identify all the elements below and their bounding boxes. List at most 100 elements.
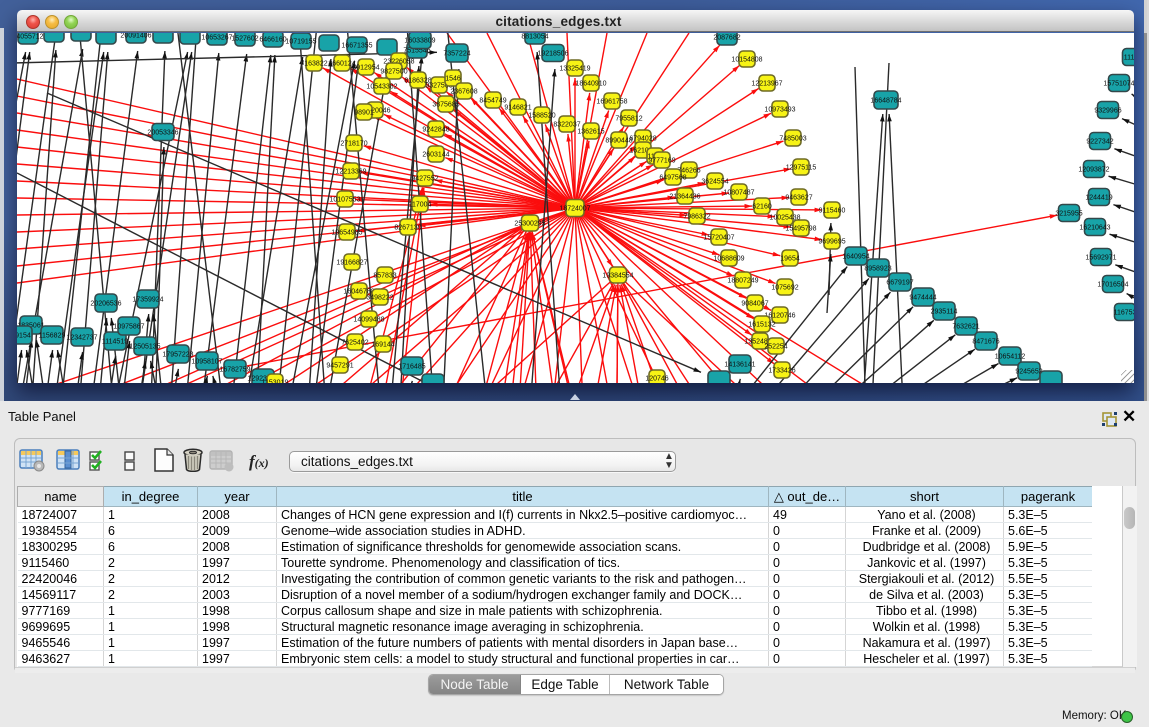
svg-text:9463627: 9463627	[785, 195, 812, 202]
svg-text:10807487: 10807487	[723, 190, 754, 197]
svg-text:10653267: 10653267	[201, 35, 232, 42]
svg-text:16210643: 16210643	[1079, 225, 1110, 232]
svg-text:16671355: 16671355	[341, 43, 372, 50]
svg-text:9457291: 9457291	[326, 363, 353, 370]
svg-text:2718170: 2718170	[340, 141, 367, 148]
svg-text:6679197: 6679197	[886, 280, 913, 287]
svg-text:15720407: 15720407	[703, 235, 734, 242]
svg-text:11173: 11173	[1124, 55, 1134, 62]
svg-text:16033809: 16033809	[404, 38, 435, 45]
svg-text:10107553: 10107553	[329, 197, 360, 204]
svg-text:3624554: 3624554	[701, 179, 728, 186]
svg-text:10719155: 10719155	[285, 39, 316, 46]
svg-text:7485003: 7485003	[779, 136, 806, 143]
svg-text:19654985: 19654985	[331, 230, 362, 237]
svg-text:857833: 857833	[373, 273, 396, 280]
svg-text:16961758: 16961758	[596, 99, 627, 106]
svg-text:18724007: 18724007	[559, 206, 590, 213]
svg-text:10973493: 10973493	[764, 107, 795, 114]
svg-text:18807249: 18807249	[727, 278, 758, 285]
svg-text:9427552: 9427552	[411, 176, 438, 183]
svg-text:20053346: 20053346	[147, 130, 178, 137]
svg-text:7955812: 7955812	[615, 116, 642, 123]
svg-text:12093872: 12093872	[1078, 167, 1109, 174]
svg-text:10975867: 10975867	[113, 324, 144, 331]
svg-text:12213967: 12213967	[751, 81, 782, 88]
svg-text:19654: 19654	[780, 256, 800, 263]
svg-text:9777169: 9777169	[648, 158, 675, 165]
svg-text:1527602: 1527602	[231, 36, 258, 43]
svg-text:9227342: 9227342	[1086, 139, 1113, 146]
svg-text:3498222: 3498222	[366, 295, 393, 302]
svg-text:10958107: 10958107	[191, 359, 222, 366]
svg-text:10154808: 10154808	[731, 57, 762, 64]
svg-text:19384554: 19384554	[602, 273, 633, 280]
svg-text:14136141: 14136141	[724, 362, 755, 369]
svg-text:10543382: 10543382	[366, 84, 397, 91]
svg-text:8471676: 8471676	[972, 339, 999, 346]
svg-text:8322037: 8322037	[553, 122, 580, 129]
svg-text:14055712: 14055712	[17, 34, 44, 41]
svg-text:7163822: 7163822	[300, 61, 327, 68]
svg-text:1075692: 1075692	[771, 285, 798, 292]
svg-text:169144: 169144	[371, 342, 394, 349]
svg-text:2603144: 2603144	[422, 152, 449, 159]
svg-text:10688609: 10688609	[713, 256, 744, 263]
svg-text:1244419: 1244419	[1085, 195, 1112, 202]
svg-text:3875685: 3875685	[432, 102, 459, 109]
svg-text:19166827: 19166827	[336, 260, 367, 267]
svg-text:9699695: 9699695	[818, 239, 845, 246]
svg-text:8267130: 8267130	[394, 225, 421, 232]
svg-text:8454749: 8454749	[479, 98, 506, 105]
svg-text:12975115: 12975115	[786, 165, 817, 172]
svg-text:18640910: 18640910	[575, 81, 606, 88]
svg-text:17359924: 17359924	[132, 297, 163, 304]
svg-text:9115460: 9115460	[819, 208, 846, 215]
svg-text:21364436: 21364436	[669, 194, 700, 201]
svg-text:39154: 39154	[17, 333, 31, 340]
svg-text:16782759: 16782759	[219, 367, 250, 374]
svg-text:9827500: 9827500	[380, 69, 407, 76]
svg-text:1640954: 1640954	[842, 254, 869, 261]
svg-text:116753: 116753	[1114, 310, 1134, 317]
svg-text:15495798: 15495798	[785, 226, 816, 233]
svg-text:2935114: 2935114	[931, 309, 958, 316]
svg-text:1733426: 1733426	[768, 368, 795, 375]
svg-text:9242848: 9242848	[422, 127, 449, 134]
svg-text:6497568: 6497568	[659, 175, 686, 182]
svg-text:1362615: 1362615	[577, 129, 604, 136]
svg-text:2087682: 2087682	[713, 35, 740, 42]
svg-text:1716485: 1716485	[398, 364, 425, 371]
svg-text:20091406: 20091406	[120, 33, 151, 40]
svg-text:17957223: 17957223	[162, 352, 193, 359]
svg-text:1156829: 1156829	[39, 333, 66, 340]
svg-text:8958923: 8958923	[864, 266, 891, 273]
svg-text:252254: 252254	[764, 344, 787, 351]
svg-text:7986322: 7986322	[683, 214, 710, 221]
svg-text:9146821: 9146821	[504, 105, 531, 112]
svg-text:8813054: 8813054	[521, 34, 548, 41]
svg-text:7632621: 7632621	[952, 324, 979, 331]
svg-text:20206536: 20206536	[90, 301, 121, 308]
svg-text:98901: 98901	[354, 110, 374, 117]
svg-text:16648784: 16648784	[870, 98, 901, 105]
svg-text:12505135: 12505135	[129, 344, 160, 351]
svg-text:12342737: 12342737	[66, 335, 97, 342]
svg-text:1114519: 1114519	[102, 339, 128, 346]
svg-text:1588520: 1588520	[528, 113, 555, 120]
svg-text:7357224: 7357224	[443, 51, 470, 58]
svg-text:62160: 62160	[752, 204, 772, 211]
svg-text:13325419: 13325419	[559, 66, 590, 73]
svg-text:7625402: 7625402	[341, 340, 368, 347]
svg-text:117004: 117004	[409, 202, 432, 209]
svg-text:14099488: 14099488	[353, 317, 384, 324]
svg-text:15751074: 15751074	[1103, 81, 1134, 88]
svg-text:1615132: 1615132	[748, 322, 775, 329]
svg-text:1546: 1546	[445, 76, 461, 83]
svg-text:9084067: 9084067	[741, 301, 768, 308]
svg-text:17016504: 17016504	[1097, 282, 1128, 289]
svg-text:3215955: 3215955	[1055, 211, 1082, 218]
svg-text:9329966: 9329966	[1094, 108, 1121, 115]
svg-text:19218506: 19218506	[537, 51, 568, 58]
svg-text:120746: 120746	[645, 376, 668, 383]
